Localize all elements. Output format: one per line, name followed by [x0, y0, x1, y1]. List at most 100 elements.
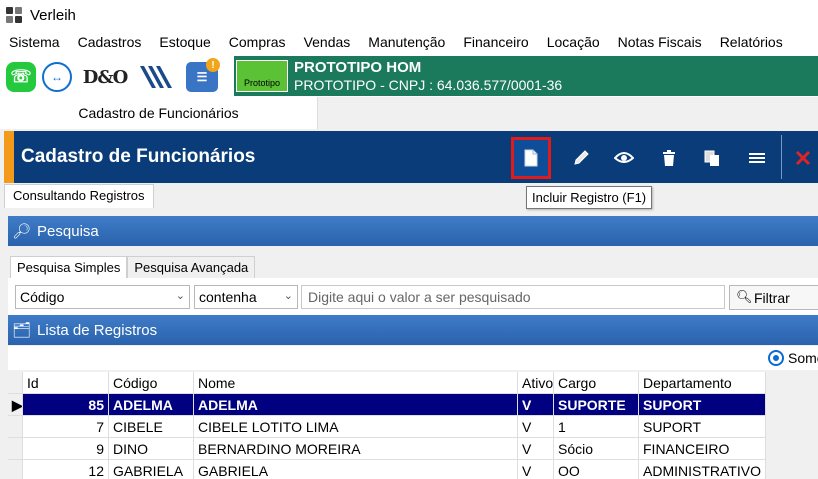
options-row: Some — [8, 346, 818, 370]
header-indicator — [8, 372, 23, 394]
pencil-icon — [574, 150, 589, 165]
copy-icon — [704, 150, 719, 166]
magnifier-icon: 🔍︎ — [736, 289, 753, 304]
form-header: Cadastro de Funcionários — [4, 131, 818, 183]
new-document-icon — [524, 149, 538, 167]
cell-ativo: V — [518, 438, 554, 460]
hamburger-icon — [749, 153, 765, 163]
toolbar-separator — [781, 135, 782, 179]
cell-nome: CIBELE LOTITO LIMA — [194, 416, 518, 438]
app-icon — [4, 5, 24, 25]
tooltip: Incluir Registro (F1) — [526, 186, 653, 209]
cell-id: 9 — [23, 438, 109, 460]
records-grid: Id Código Nome Ativo Cargo Departamento … — [8, 372, 818, 479]
cell-codigo: CIBELE — [109, 416, 194, 438]
copy-record-button[interactable] — [692, 137, 732, 179]
eye-icon — [614, 152, 634, 163]
header-accent — [4, 131, 14, 183]
new-record-button[interactable] — [511, 137, 551, 179]
cell-codigo: GABRIELA — [109, 460, 194, 479]
column-header-codigo[interactable]: Código — [109, 372, 194, 394]
column-header-cargo[interactable]: Cargo — [554, 372, 639, 394]
cell-ativo: V — [518, 460, 554, 479]
list-panel-header: 🗂︎ Lista de Registros — [8, 315, 818, 345]
cell-departamento: SUPORT — [639, 416, 766, 438]
row-indicator — [8, 416, 23, 438]
menu-sistema[interactable]: Sistema — [9, 34, 60, 50]
menu-estoque[interactable]: Estoque — [159, 34, 210, 50]
filter-button[interactable]: 🔍︎ Filtrar — [729, 285, 818, 310]
document-tabs: Cadastro de Funcionários — [0, 97, 818, 129]
info-icon[interactable]: ☰! — [186, 58, 220, 92]
cell-id: 12 — [23, 460, 109, 479]
cell-departamento: SUPORT — [639, 394, 766, 416]
column-header-ativo[interactable]: Ativo — [518, 372, 554, 394]
row-indicator — [8, 438, 23, 460]
tab-consultando-registros[interactable]: Consultando Registros — [4, 184, 154, 208]
cell-departamento: FINANCEIRO — [639, 438, 766, 460]
menu-notas-fiscais[interactable]: Notas Fiscais — [618, 34, 702, 50]
search-tabs: Pesquisa Simples Pesquisa Avançada — [10, 256, 256, 278]
list-panel-title: Lista de Registros — [37, 321, 158, 339]
column-header-id[interactable]: Id — [23, 372, 109, 394]
table-row[interactable]: ▶︎ 85 ADELMA ADELMA V SUPORTE SUPORT — [8, 394, 818, 416]
radio-button[interactable] — [768, 350, 784, 366]
teamviewer-icon[interactable]: ↔ — [42, 62, 72, 92]
whatsapp-icon[interactable]: ☏ — [6, 62, 36, 92]
filter-label: Filtrar — [754, 289, 790, 306]
info-badge: ! — [206, 58, 220, 72]
menu-compras[interactable]: Compras — [229, 34, 286, 50]
cell-id: 85 — [23, 394, 109, 416]
search-operator-select[interactable]: contenha ⌄ — [194, 285, 298, 309]
table-row[interactable]: 12 GABRIELA GABRIELA V OO ADMINISTRATIVO — [8, 460, 818, 479]
cell-nome: BERNARDINO MOREIRA — [194, 438, 518, 460]
search-operator-value: contenha — [199, 289, 257, 305]
column-header-nome[interactable]: Nome — [194, 372, 518, 394]
tab-cadastro-funcionarios[interactable]: Cadastro de Funcionários — [0, 97, 318, 129]
column-header-departamento[interactable]: Departamento — [639, 372, 766, 394]
cell-cargo: 1 — [554, 416, 639, 438]
cell-id: 7 — [23, 416, 109, 438]
cell-cargo: Sócio — [554, 438, 639, 460]
cell-departamento: ADMINISTRATIVO — [639, 460, 766, 479]
stripes-logo-icon[interactable] — [138, 62, 174, 92]
search-field-select[interactable]: Código ⌄ — [15, 285, 190, 309]
form-title: Cadastro de Funcionários — [21, 146, 256, 167]
grid-header: Id Código Nome Ativo Cargo Departamento — [8, 372, 818, 394]
delete-record-button[interactable] — [649, 137, 689, 179]
cell-codigo: DINO — [109, 438, 194, 460]
close-icon — [795, 150, 811, 166]
search-panel-title: Pesquisa — [37, 222, 99, 240]
title-bar: Verleih — [0, 0, 818, 30]
cell-ativo: V — [518, 394, 554, 416]
tab-pesquisa-simples[interactable]: Pesquisa Simples — [10, 256, 128, 278]
radio-label: Some — [788, 350, 818, 366]
cell-nome: ADELMA — [194, 394, 518, 416]
tab-pesquisa-avancada[interactable]: Pesquisa Avançada — [127, 256, 256, 278]
menu-financeiro[interactable]: Financeiro — [463, 34, 528, 50]
view-record-button[interactable] — [604, 137, 644, 179]
cell-cargo: OO — [554, 460, 639, 479]
menu-manutencao[interactable]: Manutenção — [368, 34, 445, 50]
menu-locacao[interactable]: Locação — [547, 34, 600, 50]
company-cnpj: PROTOTIPO - CNPJ : 64.036.577/0001-36 — [294, 77, 563, 93]
menu-bar: Sistema Cadastros Estoque Compras Vendas… — [0, 30, 818, 54]
close-button[interactable] — [788, 137, 818, 179]
company-name: PROTOTIPO HOM — [294, 59, 422, 76]
edit-record-button[interactable] — [561, 137, 601, 179]
menu-button[interactable] — [737, 137, 777, 179]
cell-ativo: V — [518, 416, 554, 438]
dno-logo-icon[interactable]: D&O — [82, 62, 129, 92]
menu-vendas[interactable]: Vendas — [304, 34, 351, 50]
search-input[interactable]: Digite aqui o valor a ser pesquisado — [301, 285, 725, 309]
cell-codigo: ADELMA — [109, 394, 194, 416]
company-logo: Prototipo — [236, 60, 288, 92]
table-row[interactable]: 9 DINO BERNARDINO MOREIRA V Sócio FINANC… — [8, 438, 818, 460]
menu-relatorios[interactable]: Relatórios — [720, 34, 783, 50]
menu-cadastros[interactable]: Cadastros — [78, 34, 142, 50]
search-row: Código ⌄ contenha ⌄ Digite aqui o valor … — [8, 278, 818, 316]
table-row[interactable]: 7 CIBELE CIBELE LOTITO LIMA V 1 SUPORT — [8, 416, 818, 438]
search-panel-header: 🔎︎ Pesquisa — [8, 216, 818, 246]
row-indicator — [8, 460, 23, 479]
company-banner: Prototipo PROTOTIPO HOM PROTOTIPO - CNPJ… — [234, 56, 818, 96]
